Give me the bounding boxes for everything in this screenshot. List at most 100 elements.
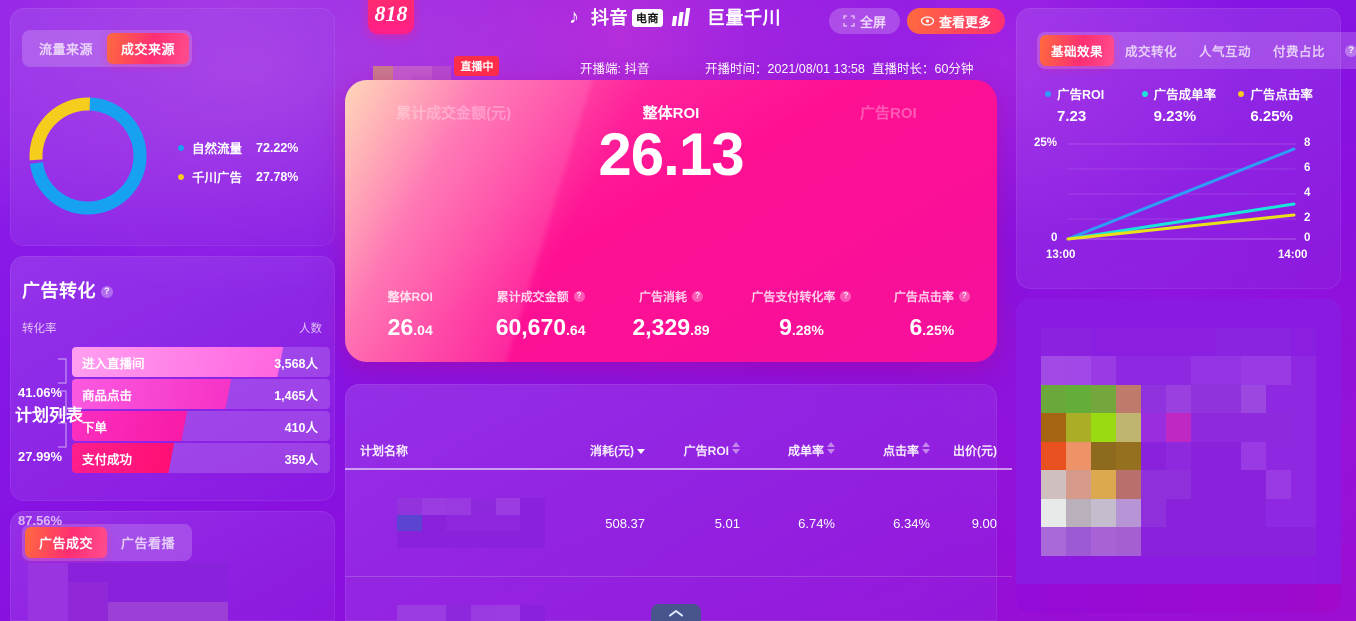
metric-ad-pay-conv-rate: 广告支付转化率? 9.28% [736, 288, 866, 341]
metric-value: 9.28% [779, 314, 824, 340]
cell-ad-roi: 5.01 [645, 469, 740, 577]
plan-name-censored [345, 576, 545, 621]
ecommerce-tag: 电商 [632, 9, 663, 27]
table-header-row: 计划名称 消耗(元) 广告ROI 成单率 点击率 出价(元) [345, 436, 1012, 470]
y-axis-right-tick-2: 2 [1304, 212, 1311, 224]
y-axis-right-tick-0: 0 [1304, 232, 1311, 244]
brand-bar: ♪ 抖音 电商 巨量千川 [345, 4, 1005, 30]
cell-ctr: 6.03% [835, 576, 930, 621]
legend-value: 9.23% [1153, 108, 1197, 125]
hero-head-right: 广告ROI [859, 105, 917, 122]
help-icon[interactable]: ? [101, 285, 113, 298]
cell-cost: 297.08 [545, 576, 645, 621]
y-axis-left-tick-bottom: 0 [1051, 232, 1058, 244]
legend-dot-icon [178, 144, 184, 151]
legend-value: 72.22% [256, 140, 299, 155]
metric-label: 广告点击率 [893, 290, 954, 304]
funnel-row[interactable]: 商品点击 1,465人 [72, 379, 330, 409]
funnel-header-rate: 转化率 [22, 323, 57, 335]
funnel-bar-label: 支付成功 [82, 452, 133, 467]
metrics-row-1: 整体ROI 26.04 累计成交金额? 60,670.64 广告消耗? 2,32… [345, 288, 997, 341]
view-more-label: 查看更多 [938, 14, 991, 30]
legend-item-ad: 千川广告 27.78% [178, 167, 298, 186]
brand-qianchuan: 巨量千川 [707, 8, 781, 28]
plan-list-table: 计划名称 消耗(元) 广告ROI 成单率 点击率 出价(元) 508.37 5.… [345, 436, 1012, 621]
censored-media-panel [1016, 299, 1341, 613]
tab-deal-conversion[interactable]: 成交转化 [1114, 35, 1188, 66]
cell-order-rate: 6.74% [740, 469, 835, 577]
legend-value: 7.23 [1057, 108, 1087, 125]
funnel-header-count: 人数 [299, 323, 322, 335]
tab-traffic-source[interactable]: 流量来源 [25, 33, 107, 64]
funnel-row[interactable]: 支付成功 359人 [72, 443, 330, 473]
fullscreen-icon [843, 15, 855, 27]
help-icon[interactable]: ? [692, 290, 704, 302]
live-badge: 直播中 [454, 56, 500, 76]
y-axis-right-tick-6: 6 [1304, 162, 1311, 174]
table-row[interactable]: 508.37 5.01 6.74% 6.34% 9.00 [345, 469, 1012, 577]
legend-label: 自然流量 [192, 142, 243, 156]
hero-summary-card: 累计成交金额(元) 整体ROI 广告ROI 26.13 整体ROI 26.04 … [345, 80, 997, 362]
view-more-button[interactable]: 查看更多 [906, 8, 1005, 34]
cell-bid: 9.00 [930, 469, 1012, 577]
legend-label: 广告成单率 [1153, 88, 1217, 102]
y-axis-right-tick-8: 8 [1304, 137, 1311, 149]
stream-meta-row: 直播中 开播端: 抖音 开播时间：2021/08/01 13:58 直播时长：6… [345, 52, 1005, 84]
y-axis-right-tick-4: 4 [1304, 187, 1311, 199]
eye-icon [920, 16, 934, 26]
col-cost[interactable]: 消耗(元) [545, 436, 645, 470]
donut-svg [29, 97, 147, 215]
funnel-bar-label: 下单 [82, 420, 108, 435]
legend-label: 广告点击率 [1250, 88, 1313, 102]
legend-value: 6.25% [1250, 108, 1293, 125]
help-icon[interactable]: ? [958, 290, 970, 302]
censored-plan-name [397, 498, 545, 548]
funnel-row[interactable]: 进入直播间 3,568人 [72, 347, 330, 377]
metric-label: 整体ROI [387, 290, 433, 304]
tab-ad-watch[interactable]: 广告看播 [107, 527, 189, 558]
funnel-row[interactable]: 下单 410人 [72, 411, 330, 441]
help-icon[interactable]: ? [1345, 44, 1356, 57]
panel-title-text: 广告转化 [22, 281, 96, 301]
col-ctr[interactable]: 点击率 [835, 436, 930, 470]
fullscreen-button[interactable]: 全屏 [828, 8, 900, 34]
help-icon[interactable]: ? [840, 290, 852, 302]
sort-icon[interactable] [827, 442, 835, 454]
metric-label: 广告支付转化率 [751, 290, 836, 304]
series-order-rate [1066, 202, 1296, 241]
metric-value: 6.25% [909, 314, 955, 340]
help-icon[interactable]: ? [573, 290, 585, 302]
col-ad-roi[interactable]: 广告ROI [645, 436, 740, 470]
cell-cost: 508.37 [545, 469, 645, 577]
source-tab-group[interactable]: 流量来源 成交来源 [22, 30, 193, 67]
metric-value: 2,329.89 [632, 314, 710, 340]
effect-legend: 广告ROI 7.23 广告成单率 9.23% 广告点击率 6.25% [1045, 84, 1335, 125]
sort-icon[interactable] [732, 442, 740, 454]
collapse-panel-button[interactable] [651, 604, 701, 621]
metric-label: 广告消耗 [639, 290, 688, 304]
effect-tab-group[interactable]: 基础效果 成交转化 人气互动 付费占比 ? [1037, 32, 1356, 69]
col-order-rate[interactable]: 成单率 [740, 436, 835, 470]
hero-head-center: 整体ROI [642, 105, 700, 122]
tab-basic-effect[interactable]: 基础效果 [1040, 35, 1115, 66]
ad-deal-tab-group[interactable]: 广告成交 广告看播 [22, 524, 193, 561]
brand-douyin: 抖音 电商 [591, 4, 663, 30]
sort-icon[interactable] [637, 449, 645, 454]
tab-paid-ratio[interactable]: 付费占比 [1262, 35, 1336, 66]
tab-ad-deal[interactable]: 广告成交 [25, 527, 108, 558]
legend-value: 27.78% [256, 169, 299, 184]
sort-icon[interactable] [922, 442, 930, 454]
hero-big-value: 26.13 [598, 121, 744, 188]
tab-deal-source[interactable]: 成交来源 [107, 33, 190, 64]
y-axis-left-tick-top: 25% [1034, 137, 1058, 149]
censored-plan-name [397, 605, 545, 621]
metric-label: 累计成交金额 [496, 290, 569, 304]
source-donut-chart [24, 92, 152, 220]
center-header: 818 ♪ 抖音 电商 巨量千川 全屏 查看更多 直播中 开播端: 抖音 开播时间… [345, 0, 1005, 84]
censored-media-grid [1016, 299, 1341, 613]
douyin-note-icon: ♪ [569, 5, 579, 28]
metric-total-gmv: 累计成交金额? 60,670.64 [475, 288, 605, 341]
effect-line-chart: 25% 0 8 6 4 2 0 13:00 14:00 [1016, 128, 1341, 273]
tab-popularity[interactable]: 人气互动 [1188, 35, 1262, 66]
hero-header-row: 累计成交金额(元) 整体ROI 广告ROI [345, 102, 997, 123]
